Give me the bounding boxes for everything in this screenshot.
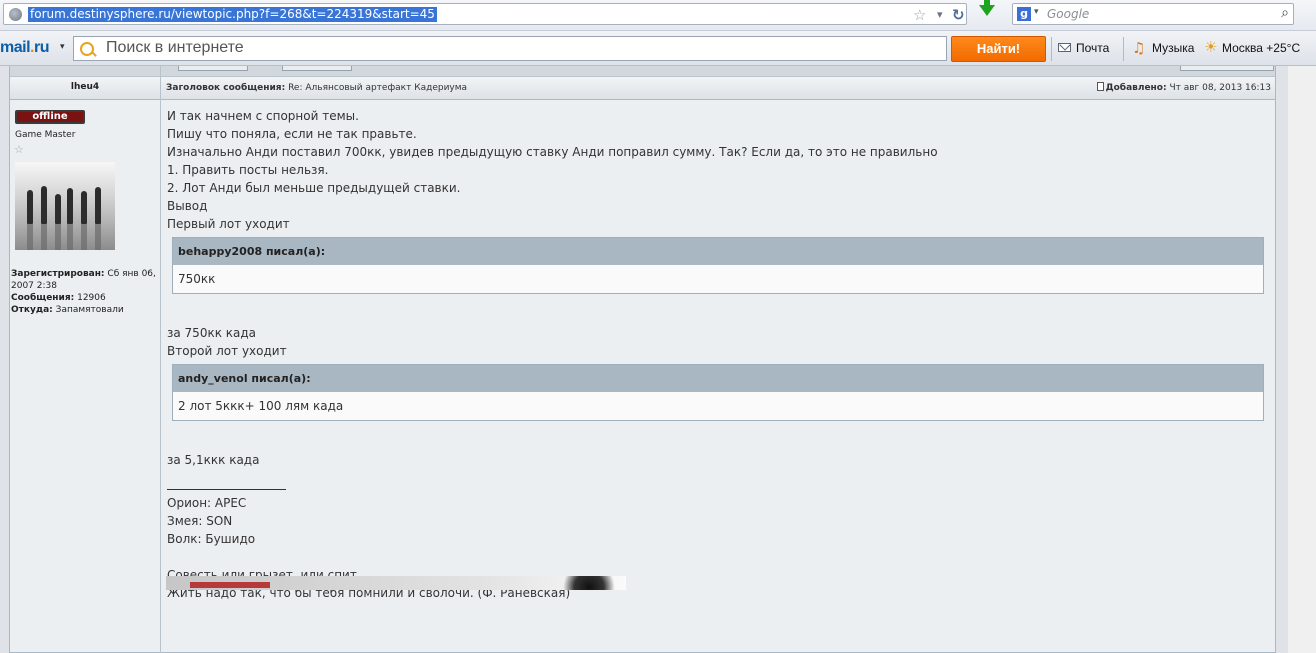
post-text-line: Пишу что поняла, если не так правьте. (167, 127, 417, 141)
logo-suffix: ru (33, 39, 50, 56)
quote-author: andy_venol писал(а): (173, 365, 1263, 392)
quote-author: behappy2008 писал(а): (173, 238, 1263, 265)
avatar-figure (67, 188, 73, 224)
signature-banner-image (166, 576, 626, 590)
rank-star-icon: ☆ (14, 143, 24, 156)
post-text-line: И так начнем с спорной темы. (167, 109, 359, 123)
post-text-line: Изначально Анди поставил 700кк, увидев п… (167, 145, 938, 159)
avatar-figure (41, 186, 47, 224)
quote-text: 2 лот 5ккк+ 100 лям када (178, 399, 344, 413)
avatar-reflection (55, 224, 61, 250)
avatar (15, 162, 115, 250)
avatar-figure (95, 187, 101, 224)
music-note-icon[interactable]: ♫ (1132, 39, 1145, 57)
column-divider (160, 66, 161, 653)
messages-label: Сообщения: (11, 293, 75, 303)
avatar-reflection (41, 224, 47, 250)
toolbar-search-box[interactable]: Поиск в интернете (73, 36, 947, 61)
globe-icon (9, 8, 22, 21)
quote-text: 750кк (178, 272, 216, 286)
post-text-line: Вывод (167, 199, 208, 213)
post-subject: Заголовок сообщения: Re: Альянсовый арте… (166, 83, 467, 93)
envelope-icon[interactable] (1058, 43, 1071, 52)
post-text-line: Второй лот уходит (167, 344, 287, 358)
post-text-line: 1. Править посты нельзя. (167, 163, 329, 177)
avatar-reflection (95, 224, 101, 250)
quote-block: andy_venol писал(а): 2 лот 5ккк+ 100 лям… (172, 364, 1264, 421)
subject-text: Re: Альянсовый артефакт Кадериума (288, 83, 468, 93)
post-author[interactable]: lheu4 (10, 82, 160, 92)
post-link-icon[interactable] (1096, 82, 1104, 91)
posted-time: Чт авг 08, 2013 16:13 (1169, 83, 1271, 93)
signature-line: Змея: SON (167, 514, 233, 528)
signature-line: Орион: APEC (167, 496, 247, 510)
post-text-line: за 5,1ккк када (167, 453, 260, 467)
avatar-figure (55, 194, 61, 224)
download-arrow-icon[interactable] (979, 0, 995, 16)
music-link[interactable]: Музыка (1152, 41, 1194, 55)
from-value: Запамятовали (55, 305, 124, 315)
post-date: Добавлено: Чт авг 08, 2013 16:13 (1096, 82, 1271, 93)
toolbar-search-input[interactable]: Поиск в интернете (106, 39, 244, 57)
posted-label: Добавлено: (1105, 83, 1167, 93)
table-top-strip (10, 66, 1275, 77)
messages-count: 12906 (77, 293, 106, 303)
avatar-figure (81, 191, 87, 224)
browser-search-box[interactable]: g ▾ Google ⌕ (1012, 3, 1294, 25)
avatar-reflection (27, 224, 33, 250)
weather-link[interactable]: Москва +25°C (1222, 41, 1300, 55)
post-body: И так начнем с спорной темы. Пишу что по… (167, 100, 1267, 602)
logo-prefix: mail (0, 39, 31, 56)
browser-navigation-bar: forum.destinysphere.ru/viewtopic.php?f=2… (0, 0, 1316, 31)
browser-search-input[interactable]: Google (1047, 7, 1089, 21)
forum-post-table: lheu4 Заголовок сообщения: Re: Альянсовы… (9, 66, 1276, 653)
avatar-figure (27, 190, 33, 224)
mailru-toolbar: mail.ru ▾ Поиск в интернете Найти! Почта… (0, 31, 1316, 66)
engine-dropdown-icon[interactable]: ▾ (1034, 7, 1039, 17)
avatar-reflection (81, 224, 87, 250)
find-button[interactable]: Найти! (951, 36, 1046, 62)
reload-icon[interactable]: ↻ (952, 6, 965, 24)
tab-fragment (282, 66, 352, 71)
address-bar-url[interactable]: forum.destinysphere.ru/viewtopic.php?f=2… (28, 7, 437, 22)
search-icon[interactable]: ⌕ (1281, 5, 1289, 21)
post-text-line: 2. Лот Анди был меньше предыдущей ставки… (167, 181, 461, 195)
logo-dropdown-icon[interactable]: ▾ (60, 42, 65, 52)
page-scrollbar[interactable] (1288, 66, 1316, 653)
from-label: Откуда: (11, 305, 53, 315)
bookmark-star-icon[interactable]: ☆ (913, 6, 926, 24)
signature-divider (167, 489, 286, 490)
google-icon[interactable]: g (1017, 7, 1031, 21)
mailru-logo[interactable]: mail.ru (0, 39, 49, 57)
post-text-line: за 750кк када (167, 326, 257, 340)
page-content: lheu4 Заголовок сообщения: Re: Альянсовы… (0, 66, 1316, 653)
weather-sun-icon[interactable]: ☀ (1204, 38, 1217, 56)
toolbar-divider (1051, 37, 1052, 61)
mail-link[interactable]: Почта (1076, 41, 1109, 55)
magnifier-icon (80, 42, 94, 56)
quote-block: behappy2008 писал(а): 750кк (172, 237, 1264, 294)
status-badge: offline (15, 110, 85, 124)
tab-fragment (1180, 66, 1274, 71)
avatar-reflection (67, 224, 73, 250)
post-text-line: Первый лот уходит (167, 217, 290, 231)
user-rank: Game Master (15, 130, 76, 140)
subject-label: Заголовок сообщения: (166, 83, 286, 93)
tab-fragment (178, 66, 248, 71)
address-bar[interactable]: forum.destinysphere.ru/viewtopic.php?f=2… (3, 3, 967, 25)
banner-dark-graphic (554, 576, 624, 590)
post-header-row: lheu4 Заголовок сообщения: Re: Альянсовы… (10, 77, 1275, 100)
profile-details: Зарегистрирован: Сб янв 06, 2007 2:38 Со… (11, 268, 159, 316)
registered-label: Зарегистрирован: (11, 269, 105, 279)
history-dropdown-icon[interactable]: ▾ (937, 8, 943, 21)
toolbar-divider (1123, 37, 1124, 61)
banner-red-text-fragment (190, 582, 270, 588)
signature-line: Волк: Бушидо (167, 532, 256, 546)
